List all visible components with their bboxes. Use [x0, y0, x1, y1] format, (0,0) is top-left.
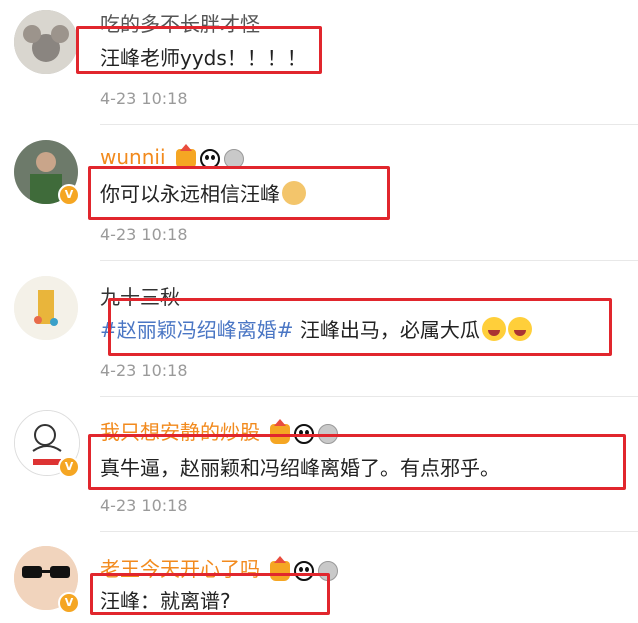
divider	[100, 531, 638, 532]
cartoon-avatar-icon	[14, 276, 78, 340]
verified-badge-icon: V	[58, 592, 80, 614]
highlight-box	[108, 298, 612, 356]
comment-time: 4-23 10:18	[100, 496, 188, 515]
mouse-avatar-icon	[14, 10, 78, 74]
comment-time: 4-23 10:18	[100, 89, 188, 108]
verified-badge-icon: V	[58, 456, 80, 478]
divider	[100, 124, 638, 125]
highlight-box	[90, 573, 330, 615]
highlight-box	[88, 434, 626, 490]
comment-time: 4-23 10:18	[100, 225, 188, 244]
highlight-box	[76, 26, 322, 74]
avatar[interactable]	[14, 10, 78, 74]
highlight-box	[88, 166, 390, 220]
avatar[interactable]	[14, 276, 78, 340]
divider	[100, 396, 638, 397]
divider	[100, 260, 638, 261]
verified-badge-icon: V	[58, 184, 80, 206]
comment-time: 4-23 10:18	[100, 361, 188, 380]
